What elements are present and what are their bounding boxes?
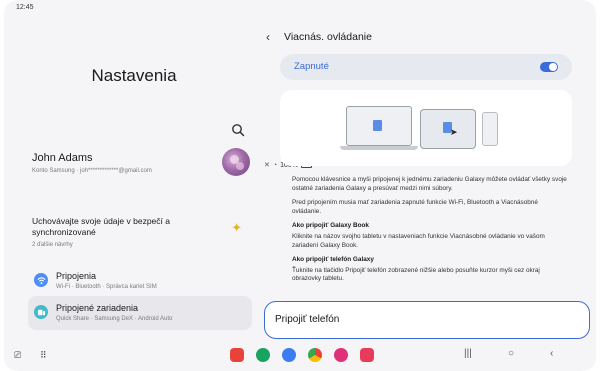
suggestion-title: Uchovávajte svoje údaje v bezpečí a sync… [32, 216, 170, 237]
phone-app-icon[interactable] [256, 348, 270, 362]
laptop-base [340, 146, 418, 150]
page-title: Nastavenia [91, 66, 177, 85]
app-icon-red[interactable] [230, 348, 244, 362]
detail-title: Viacnás. ovládanie [284, 31, 372, 43]
back-arrow-icon[interactable]: ‹ [266, 30, 270, 44]
menu-item-label: Pripojené zariadenia [56, 303, 139, 313]
wifi-icon [34, 273, 48, 287]
avatar [222, 148, 250, 176]
messages-app-icon[interactable] [282, 348, 296, 362]
phone-icon [482, 112, 498, 146]
account-email: Konto Samsung · joh*************@gmail.c… [32, 168, 152, 174]
info-paragraph: Pomocou klávesnice a myši pripojenej k j… [292, 176, 567, 192]
toggle-label: Zapnuté [294, 61, 329, 72]
tablet-icon: ➤ [420, 109, 476, 149]
samsung-account[interactable]: John Adams Konto Samsung · joh**********… [24, 148, 252, 188]
app-drawer-icon[interactable]: ⠿ [40, 350, 47, 361]
multi-control-panel: ‹ Viacnás. ovládanie Zapnuté ➤ Pomocou k… [264, 16, 596, 340]
settings-list-panel: Nastavenia John Adams Konto Samsung · jo… [4, 16, 264, 340]
gallery-app-icon[interactable] [334, 348, 348, 362]
info-paragraph: Kliknite na názov svojho tabletu v nasta… [292, 232, 545, 249]
toggle-switch[interactable] [540, 62, 558, 72]
back-icon[interactable]: ‹ [550, 348, 553, 359]
info-paragraph: Pred pripojením musia mať zariadenia zap… [292, 199, 538, 215]
account-name: John Adams [32, 152, 93, 164]
connected-devices-icon [34, 305, 48, 319]
taskbar: ⎚ ⠿ ||| ○ ‹ [4, 340, 596, 371]
recents-icon[interactable]: ||| [464, 348, 472, 359]
menu-item-sub: Wi-Fi · Bluetooth · Správca kariet SIM [56, 284, 157, 290]
search-icon[interactable] [231, 123, 245, 137]
connect-phone-label: Pripojiť telefón [275, 314, 340, 325]
chrome-app-icon[interactable] [308, 348, 322, 362]
screen-share-icon[interactable]: ⎚ [14, 350, 21, 361]
home-icon[interactable]: ○ [508, 348, 514, 359]
cursor-icon: ➤ [450, 127, 458, 137]
master-toggle-row[interactable]: Zapnuté [280, 54, 572, 80]
status-bar: 12:45 ✕ ◔ 100% [4, 0, 596, 169]
menu-item-sub: Quick Share · Samsung DeX · Android Auto [56, 316, 173, 322]
info-paragraph: Ťuknite na tlačidlo Pripojiť telefón zob… [292, 266, 540, 283]
sparkle-icon: ✦ [231, 220, 242, 235]
tablet-screen: 12:45 ✕ ◔ 100% Nastavenia John Adams Kon… [4, 0, 596, 371]
file-icon [373, 120, 382, 131]
info-text: Pomocou klávesnice a myši pripojenej k j… [292, 176, 568, 290]
menu-item-connected-devices[interactable]: Pripojené zariadenia Quick Share · Samsu… [28, 296, 252, 330]
devices-illustration: ➤ [280, 90, 572, 166]
suggestion-card[interactable]: Uchovávajte svoje údaje v bezpečí a sync… [24, 216, 252, 260]
app-icon-pink[interactable] [360, 348, 374, 362]
menu-item-label: Pripojenia [56, 271, 97, 281]
suggestion-count: 2 ďalšie návrhy [32, 242, 73, 248]
status-time: 12:45 [16, 4, 34, 11]
info-heading: Ako pripojiť telefón Galaxy [292, 256, 374, 264]
connect-phone-button[interactable]: Pripojiť telefón [264, 301, 590, 339]
info-heading: Ako pripojiť Galaxy Book [292, 222, 369, 230]
menu-item-connections[interactable]: Pripojenia Wi-Fi · Bluetooth · Správca k… [28, 264, 252, 298]
laptop-icon [346, 106, 412, 146]
